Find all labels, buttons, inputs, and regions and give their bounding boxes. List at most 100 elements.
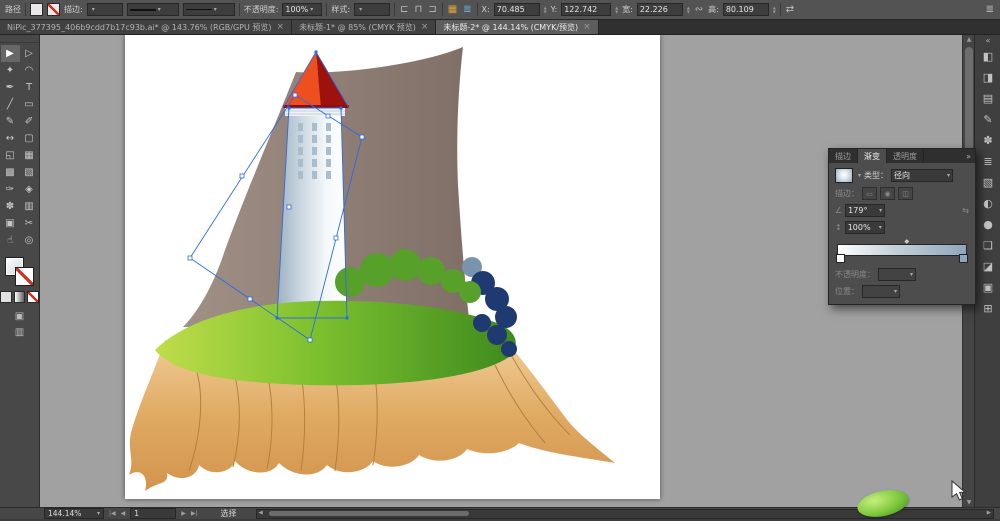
shape-builder-tool[interactable]: ◱ [1,147,20,164]
line-segment-tool[interactable]: ╱ [1,96,20,113]
gradient-preview-swatch[interactable] [835,168,853,183]
zoom-level-select[interactable]: 144.14% ▾ [44,508,104,519]
eyedropper-tool[interactable]: ✑ [1,181,20,198]
gradient-midpoint-handle[interactable]: ◆ [905,238,910,245]
last-artboard-button[interactable]: ▶| [191,510,198,517]
stop-opacity-field[interactable]: ▾ [878,268,916,281]
artboards-panel-icon[interactable]: ▣ [976,277,1000,298]
tab-transparency[interactable]: 透明度 [887,149,924,163]
lasso-tool[interactable]: ◠ [20,62,39,79]
screen-mode-button[interactable]: ▥ [15,327,24,338]
zoom-tool[interactable]: ◎ [20,232,39,249]
style-select[interactable]: ▾ [354,3,391,16]
stroke-gradient-within-icon[interactable]: ▭ [862,187,877,200]
gradient-stop-left[interactable] [836,254,845,263]
x-field[interactable]: 70.485 [493,3,540,16]
artboard-navigation-field[interactable]: 1 [130,508,177,519]
gradient-stop-right[interactable] [959,254,968,263]
free-transform-tool[interactable]: ▢ [20,130,39,147]
expand-panels-icon[interactable]: « [986,34,991,46]
next-artboard-button[interactable]: ▶ [181,510,186,517]
close-icon[interactable]: × [583,22,591,32]
stroke-gradient-along-icon[interactable]: ◉ [880,187,895,200]
width-profile-select[interactable]: ▾ [126,3,179,16]
perspective-grid-tool[interactable]: ▦ [20,147,39,164]
align-center-icon[interactable]: ⊓ [414,4,424,15]
close-icon[interactable]: × [421,22,429,32]
drawing-mode-button[interactable]: ▣ [15,311,24,322]
width-stepper[interactable]: ▲ ▼ [687,5,690,13]
column-graph-tool[interactable]: ▥ [20,198,39,215]
height-stepper[interactable]: ▲ ▼ [773,5,776,13]
transparency-panel-icon[interactable]: ◐ [976,193,1000,214]
stroke-weight-select[interactable]: ▾ [86,3,123,16]
gradient-angle-field[interactable]: 179° ▾ [845,204,886,217]
transform-shortcut-icon[interactable]: ⇄ [785,4,795,15]
tab-gradient[interactable]: 渐变 [858,149,887,163]
color-mode-button[interactable] [0,291,12,303]
paintbrush-tool[interactable]: ✎ [1,113,20,130]
width-field[interactable]: 22.226 [636,3,683,16]
none-mode-button[interactable] [27,291,40,303]
graphic-styles-panel-icon[interactable]: ❏ [976,235,1000,256]
scroll-right-icon[interactable]: ▶ [987,510,991,517]
document-tab-1[interactable]: NiPic_377395_406b9cdd7b17c93b.ai* @ 143.… [0,20,293,34]
stop-location-field[interactable]: ▾ [862,285,900,298]
tab-stroke[interactable]: 描边 [829,149,858,163]
symbols-panel-icon[interactable]: ✽ [976,130,1000,151]
hand-tool[interactable]: ☝ [1,232,20,249]
stroke-color-well[interactable] [47,3,60,16]
constrain-proportions-icon[interactable]: ∾ [694,4,704,15]
blend-tool[interactable]: ◈ [20,181,39,198]
canvas-pasteboard[interactable] [40,34,962,507]
panel-menu-icon[interactable]: ≣ [985,4,995,15]
isolate-selection-icon[interactable]: ≣ [462,4,472,15]
opacity-select[interactable]: 100% ▾ [282,3,323,16]
chevron-down-icon[interactable]: ▾ [858,172,861,179]
artboard-tool[interactable]: ▣ [1,215,20,232]
y-field[interactable]: 122.742 [561,3,612,16]
x-stepper[interactable]: ▲ ▼ [544,5,547,13]
appearance-panel-icon[interactable]: ● [976,214,1000,235]
gradient-type-select[interactable]: 径向 ▾ [891,169,954,182]
direct-selection-tool[interactable]: ▷ [20,45,39,62]
artwork-canvas[interactable] [125,35,660,499]
color-panel-icon[interactable]: ◧ [976,46,1000,67]
fill-color-well[interactable] [30,3,43,16]
aspect-ratio-field[interactable]: 100% ▾ [844,221,885,234]
gradient-mode-button[interactable] [13,291,26,303]
stroke-swatch[interactable] [14,267,34,286]
pen-tool[interactable]: ✒ [1,79,20,96]
align-right-icon[interactable]: ⊐ [427,4,437,15]
close-icon[interactable]: × [277,22,285,32]
magic-wand-tool[interactable]: ✦ [1,62,20,79]
stroke-panel-icon[interactable]: ≣ [976,151,1000,172]
brushes-panel-icon[interactable]: ✎ [976,109,1000,130]
horizontal-scrollbar-thumb[interactable] [268,510,469,516]
scroll-left-icon[interactable]: ◀ [259,510,263,517]
document-tab-2[interactable]: 未标题-1* @ 85% (CMYK 预览) × [292,20,437,34]
collapse-panel-icon[interactable]: » [962,152,975,161]
layers-panel-icon[interactable]: ◪ [976,256,1000,277]
gradient-slider[interactable]: ◆ [836,238,968,263]
recolor-artwork-icon[interactable]: ▦ [447,4,458,15]
stroke-gradient-across-icon[interactable]: ◫ [898,187,913,200]
y-stepper[interactable]: ▲ ▼ [615,5,618,13]
first-artboard-button[interactable]: |◀ [109,510,116,517]
align-left-icon[interactable]: ⊏ [399,4,409,15]
symbol-sprayer-tool[interactable]: ✽ [1,198,20,215]
color-guide-panel-icon[interactable]: ◨ [976,67,1000,88]
align-panel-icon[interactable]: ⊞ [976,298,1000,319]
gradient-panel-icon[interactable]: ▧ [976,172,1000,193]
slice-tool[interactable]: ✂ [20,215,39,232]
previous-artboard-button[interactable]: ◀ [121,510,126,517]
toolbar-grip[interactable] [0,37,39,43]
width-tool[interactable]: ↔ [1,130,20,147]
brush-definition-select[interactable]: ▾ [182,3,235,16]
pencil-tool[interactable]: ✐ [20,113,39,130]
gradient-tool[interactable]: ▧ [20,164,39,181]
height-field[interactable]: 80.109 [722,3,769,16]
vertical-scrollbar-thumb[interactable] [965,47,973,152]
reverse-gradient-icon[interactable]: ⇆ [962,206,969,215]
mesh-tool[interactable]: ▩ [1,164,20,181]
